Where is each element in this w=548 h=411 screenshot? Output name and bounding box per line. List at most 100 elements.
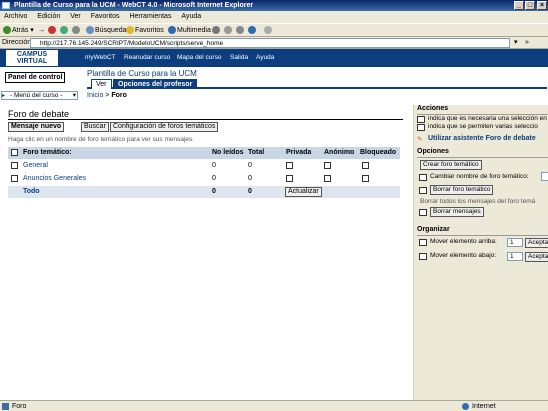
menu-expand-icon[interactable]: ▸	[2, 92, 5, 99]
close-button[interactable]: ×	[537, 1, 547, 10]
maximize-button[interactable]: □	[525, 1, 535, 10]
col-private: Privada	[286, 149, 312, 156]
menu-favoritos[interactable]: Favoritos	[91, 13, 120, 20]
update-button[interactable]: Actualizar	[285, 187, 322, 197]
unread-count: 0	[212, 175, 216, 182]
home-icon	[72, 26, 80, 35]
status-bar: Foro Internet	[0, 400, 548, 411]
title-divider	[8, 119, 403, 120]
menu-herramientas[interactable]: Herramientas	[129, 13, 171, 20]
tab-ver[interactable]: Ver	[91, 79, 112, 89]
star-icon	[126, 26, 134, 35]
delete-messages-button[interactable]: Borrar mensajes	[430, 207, 484, 217]
organize-title: Organizar	[417, 226, 450, 233]
select-all-checkbox[interactable]	[11, 149, 18, 156]
breadcrumb: Inicio > Foro	[87, 92, 127, 99]
refresh-button[interactable]	[60, 25, 69, 37]
col-unread: No leídos	[212, 149, 244, 156]
zone-text: Internet	[472, 403, 496, 410]
edit-button[interactable]	[248, 25, 257, 37]
table-row: General 0 0	[8, 160, 400, 172]
back-arrow-icon	[3, 26, 11, 35]
locked-checkbox[interactable]	[362, 162, 369, 169]
create-forum-button[interactable]: Crear foro temático	[420, 160, 482, 170]
private-checkbox[interactable]	[286, 162, 293, 169]
ie-icon	[2, 2, 10, 9]
rename-input[interactable]	[541, 172, 548, 181]
menu-archivo[interactable]: Archivo	[4, 13, 27, 20]
nav-mywebct[interactable]: myWebCT	[85, 54, 116, 61]
search-icon	[86, 26, 94, 35]
page-title: Foro de debate	[8, 109, 70, 119]
nav-ayuda[interactable]: Ayuda	[256, 54, 274, 61]
favorites-button[interactable]: Favoritos	[126, 25, 164, 37]
config-forums-button[interactable]: Configuración de foros temáticos	[110, 122, 219, 132]
anonymous-checkbox[interactable]	[324, 175, 331, 182]
history-button[interactable]	[212, 25, 221, 37]
new-message-button[interactable]: Mensaje nuevo	[8, 122, 65, 132]
legend-multi: indica que se permiten varias seleccio	[428, 123, 538, 130]
search-button[interactable]: Búsqueda	[86, 25, 127, 37]
mail-button[interactable]	[224, 25, 233, 37]
multimedia-button[interactable]: Multimedia	[168, 25, 211, 37]
webct-header: CAMPUS VIRTUAL myWebCT Reanudar curso Ma…	[0, 49, 548, 67]
wizard-link[interactable]: Utilizar asistente Foro de debate	[428, 135, 536, 142]
unread-count: 0	[212, 162, 216, 169]
control-panel-button[interactable]: Panel de control	[5, 72, 66, 83]
options-title: Opciones	[417, 148, 449, 155]
forum-link-anuncios[interactable]: Anuncios Generales	[23, 173, 86, 185]
selection-required-icon	[419, 174, 427, 181]
course-menu-select[interactable]: - Menú del curso - ▾	[1, 91, 78, 100]
search-forum-button[interactable]: Buscar	[81, 122, 109, 132]
row-select-checkbox[interactable]	[11, 162, 18, 169]
delete-all-hint: Borrar todos los mensajes del foro temá	[420, 198, 536, 205]
private-checkbox[interactable]	[286, 175, 293, 182]
nav-salida[interactable]: Salida	[230, 54, 248, 61]
page-content: CAMPUS VIRTUAL myWebCT Reanudar curso Ma…	[0, 49, 548, 400]
forward-button[interactable]: →	[38, 25, 45, 37]
menu-ver[interactable]: Ver	[70, 13, 81, 20]
row-select-checkbox[interactable]	[11, 175, 18, 182]
col-total: Total	[248, 149, 265, 156]
mail-icon	[224, 26, 232, 35]
anonymous-checkbox[interactable]	[324, 162, 331, 169]
locked-checkbox[interactable]	[362, 175, 369, 182]
move-up-select[interactable]: 1	[507, 238, 523, 247]
unread-total: 0	[212, 188, 216, 195]
nav-mapa-curso[interactable]: Mapa del curso	[177, 54, 221, 61]
selection-required-icon	[419, 239, 427, 246]
discuss-button[interactable]	[264, 25, 273, 37]
table-header-row: Foro temático: No leídos Total Privada A…	[8, 147, 400, 159]
window-title: Plantilla de Curso para la UCM - WebCT 4…	[14, 2, 254, 9]
print-icon	[236, 26, 244, 35]
breadcrumb-home[interactable]: Inicio	[87, 92, 103, 99]
menu-ayuda[interactable]: Ayuda	[181, 13, 201, 20]
address-label: Dirección	[2, 39, 32, 46]
move-down-accept-button[interactable]: Aceptar	[525, 252, 548, 262]
stop-icon	[48, 26, 56, 35]
move-up-label: Mover elemento arriba:	[430, 238, 497, 245]
selection-required-icon	[419, 253, 427, 260]
actions-panel: Acciones indica que es necesaria una sel…	[413, 105, 548, 400]
move-up-accept-button[interactable]: Aceptar	[525, 238, 548, 248]
history-icon	[212, 26, 220, 35]
url-field[interactable]: http://217.76.145.249/SCRIPT/ModeloUCM/s…	[30, 38, 510, 48]
nav-reanudar-curso[interactable]: Reanudar curso	[124, 54, 170, 61]
move-down-select[interactable]: 1	[507, 252, 523, 261]
window-title-bar: Plantilla de Curso para la UCM - WebCT 4…	[0, 0, 548, 11]
stop-button[interactable]	[48, 25, 57, 37]
forum-link-general[interactable]: General	[23, 160, 48, 172]
campus-virtual-logo: CAMPUS VIRTUAL	[6, 50, 58, 66]
tab-opciones-profesor[interactable]: Opciones del profesor	[113, 79, 198, 89]
minimize-button[interactable]: _	[514, 1, 524, 10]
col-anonymous: Anónimo	[324, 149, 355, 156]
menu-edicion[interactable]: Edición	[37, 13, 60, 20]
go-arrow-icon[interactable]: ▾	[514, 38, 518, 46]
links-chevron[interactable]: »	[525, 37, 529, 49]
home-button[interactable]	[72, 25, 81, 37]
back-button[interactable]: Atrás ▾	[3, 25, 34, 37]
print-button[interactable]	[236, 25, 245, 37]
multimedia-icon	[168, 26, 176, 35]
forum-link-todo[interactable]: Todo	[23, 186, 40, 198]
delete-forum-button[interactable]: Borrar foro temático	[430, 185, 494, 195]
